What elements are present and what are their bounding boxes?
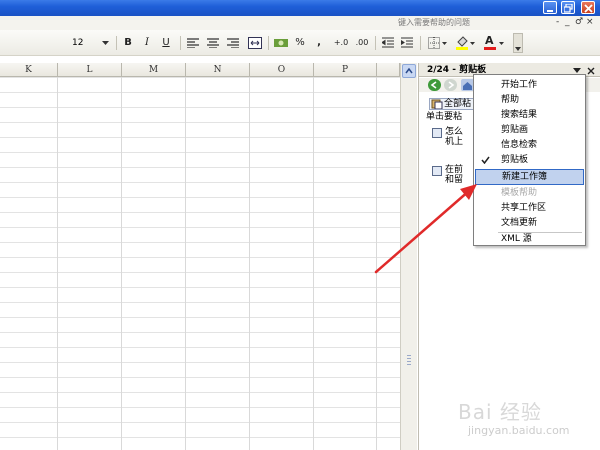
- fill-color-button[interactable]: [455, 35, 477, 51]
- column-header-blank[interactable]: [377, 63, 400, 77]
- window-titlebar: [0, 0, 600, 16]
- check-icon: [481, 153, 490, 170]
- back-arrow-icon: [430, 81, 437, 89]
- annotation-arrow-icon: [374, 184, 477, 274]
- formatting-toolbar: 12 B I U % , +.0 .00 A: [0, 30, 600, 56]
- align-left-icon: [187, 38, 199, 49]
- column-header-m[interactable]: M: [122, 63, 186, 77]
- close-icon: [584, 4, 593, 13]
- toolbar-options-button[interactable]: [513, 33, 523, 53]
- chevron-down-icon: [515, 47, 521, 51]
- doc-minimize-button[interactable]: _: [565, 17, 570, 28]
- column-header-n[interactable]: N: [186, 63, 250, 77]
- close-button[interactable]: [581, 1, 595, 14]
- font-size-select[interactable]: 12: [62, 36, 112, 50]
- splitter-grip[interactable]: [407, 355, 411, 367]
- chevron-down-icon: [102, 41, 109, 45]
- font-color-icon: [484, 42, 504, 50]
- forward-arrow-icon: [448, 81, 455, 89]
- merge-cells-icon: [248, 37, 262, 49]
- minimize-icon: [547, 10, 553, 12]
- comma-style-button[interactable]: ,: [314, 35, 324, 51]
- toolbar-separator: [180, 36, 181, 50]
- column-header-p[interactable]: P: [314, 63, 377, 77]
- menu-item-document-updates[interactable]: 文档更新: [475, 216, 584, 231]
- scroll-up-button[interactable]: [402, 64, 416, 78]
- document-icon: [432, 128, 442, 138]
- font-size-value: 12: [72, 38, 84, 48]
- menu-item-label: 开始工作: [501, 80, 538, 90]
- forward-button[interactable]: [444, 79, 457, 91]
- back-button[interactable]: [428, 79, 441, 91]
- toolbar-separator: [268, 36, 269, 50]
- merge-center-button[interactable]: [247, 35, 263, 51]
- watermark-url: jingyan.baidu.com: [468, 424, 570, 437]
- spreadsheet-grid[interactable]: [0, 63, 400, 450]
- indent-icon: [400, 37, 413, 48]
- column-header-o[interactable]: O: [250, 63, 314, 77]
- menu-item-getting-started[interactable]: 开始工作: [475, 78, 584, 93]
- currency-icon: [274, 39, 288, 47]
- menu-item-label: 搜索结果: [501, 110, 538, 120]
- fill-bucket-icon: [456, 36, 475, 50]
- align-center-icon: [207, 38, 219, 49]
- increase-decimal-button[interactable]: +.0: [332, 35, 350, 51]
- menu-item-new-workbook[interactable]: 新建工作簿: [475, 169, 584, 185]
- decrease-decimal-button[interactable]: .00: [353, 35, 371, 51]
- menu-item-label: 信息检索: [501, 140, 538, 150]
- close-icon[interactable]: [587, 67, 595, 75]
- column-header-l[interactable]: L: [58, 63, 122, 77]
- minimize-button[interactable]: [543, 1, 557, 14]
- restore-button[interactable]: [561, 1, 575, 14]
- menu-item-label: 剪贴板: [501, 155, 529, 165]
- menu-item-label: 剪贴画: [501, 125, 529, 135]
- currency-style-button[interactable]: [273, 35, 289, 51]
- percent-style-button[interactable]: %: [294, 35, 306, 51]
- menu-item-search-results[interactable]: 搜索结果: [475, 108, 584, 123]
- menu-item-clip-art[interactable]: 剪贴画: [475, 123, 584, 138]
- menu-item-shared-workspace[interactable]: 共享工作区: [475, 201, 584, 216]
- paste-icon: [431, 99, 443, 109]
- doc-close-button[interactable]: ×: [586, 17, 594, 28]
- help-dropdown-arrow[interactable]: -: [556, 17, 559, 28]
- borders-icon: [428, 37, 447, 49]
- decrease-indent-button[interactable]: [381, 35, 395, 51]
- menu-item-label: 共享工作区: [501, 203, 547, 213]
- align-left-button[interactable]: [186, 35, 200, 51]
- font-color-button[interactable]: A: [483, 34, 507, 51]
- menu-item-label: 文档更新: [501, 218, 538, 228]
- outdent-icon: [381, 37, 394, 48]
- column-header-k[interactable]: K: [0, 63, 58, 77]
- menu-item-label: 新建工作簿: [502, 172, 548, 182]
- menu-item-xml-source[interactable]: XML 源: [475, 232, 584, 247]
- menu-item-template-help: 模板帮助: [475, 186, 584, 201]
- align-center-button[interactable]: [206, 35, 220, 51]
- toolbar-separator: [420, 36, 421, 50]
- align-right-icon: [227, 38, 239, 49]
- chevron-up-icon: [405, 67, 413, 74]
- restore-icon: [564, 4, 573, 13]
- doc-restore-button[interactable]: ♂: [575, 17, 583, 28]
- menu-item-clipboard[interactable]: 剪贴板: [475, 153, 584, 168]
- menu-item-help[interactable]: 帮助: [475, 93, 584, 108]
- toolbar-separator: [116, 36, 117, 50]
- italic-button[interactable]: I: [141, 35, 153, 51]
- menu-item-label: 模板帮助: [501, 188, 538, 198]
- align-right-button[interactable]: [226, 35, 240, 51]
- help-search-input[interactable]: 键入需要帮助的问题: [396, 17, 552, 28]
- paste-all-label: 全部粘: [444, 99, 472, 109]
- toolbar-separator: [375, 36, 376, 50]
- watermark-brand: Bai 经验: [458, 400, 542, 424]
- menu-item-label: 帮助: [501, 95, 520, 105]
- borders-button[interactable]: [427, 35, 449, 51]
- menu-item-research[interactable]: 信息检索: [475, 138, 584, 153]
- increase-indent-button[interactable]: [400, 35, 414, 51]
- menu-item-label: XML 源: [501, 234, 532, 244]
- bold-button[interactable]: B: [122, 35, 134, 51]
- clip-info-text: 单击要粘: [426, 112, 463, 122]
- underline-button[interactable]: U: [160, 35, 172, 51]
